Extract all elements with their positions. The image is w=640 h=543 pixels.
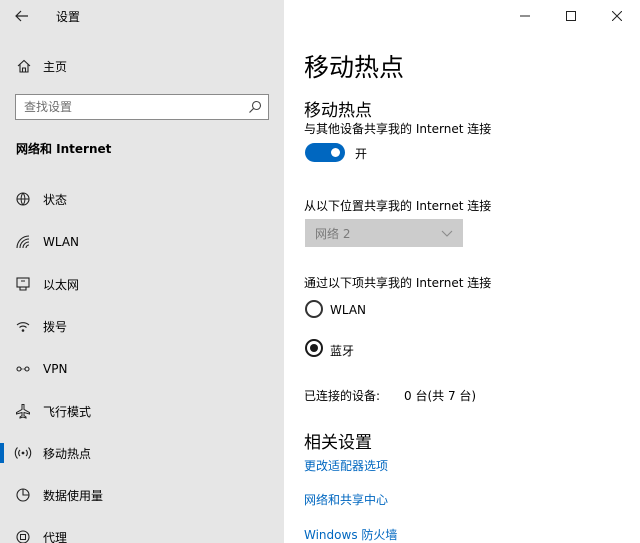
- sidebar-item-home[interactable]: 主页: [0, 52, 284, 80]
- search-input[interactable]: [24, 100, 234, 114]
- close-button[interactable]: [594, 0, 640, 32]
- sidebar-item-hotspot[interactable]: 移动热点: [0, 435, 284, 471]
- close-icon: [612, 11, 622, 21]
- link-sharing-center[interactable]: 网络和共享中心: [304, 491, 388, 508]
- sidebar-item-status[interactable]: 状态: [0, 181, 284, 217]
- maximize-icon: [566, 11, 576, 21]
- proxy-icon: [14, 528, 32, 543]
- sidebar-item-label: 移动热点: [43, 446, 92, 461]
- radio-bluetooth[interactable]: [305, 339, 323, 357]
- share-from-dropdown[interactable]: 网络 2: [305, 219, 463, 247]
- share-label: 与其他设备共享我的 Internet 连接: [304, 122, 492, 136]
- sidebar-item-ethernet[interactable]: 以太网: [0, 266, 284, 302]
- airplane-icon: [14, 402, 32, 420]
- sidebar-item-label: 飞行模式: [43, 404, 92, 419]
- sidebar-item-wlan[interactable]: WLAN: [0, 224, 284, 260]
- sidebar-item-label: WLAN: [43, 235, 80, 249]
- back-button[interactable]: [8, 4, 36, 28]
- sidebar-item-label: 状态: [43, 192, 68, 207]
- sidebar-item-label: VPN: [43, 362, 68, 376]
- main-panel: 移动热点 移动热点 与其他设备共享我的 Internet 连接 开 从以下位置共…: [284, 0, 640, 543]
- minimize-icon: [520, 15, 530, 17]
- vpn-icon: [14, 360, 32, 378]
- page-title: 移动热点: [304, 53, 405, 82]
- link-firewall[interactable]: Windows 防火墙: [304, 526, 397, 543]
- sidebar-item-vpn[interactable]: VPN: [0, 351, 284, 387]
- share-over-label: 通过以下项共享我的 Internet 连接: [304, 276, 492, 290]
- sidebar-item-label: 代理: [43, 530, 68, 543]
- title-bar: 设置: [0, 0, 284, 32]
- minimize-button[interactable]: [502, 0, 548, 32]
- app-title: 设置: [56, 10, 81, 24]
- section-label: 网络和 Internet: [16, 142, 112, 156]
- radio-wlan[interactable]: [305, 300, 323, 318]
- dialup-icon: [14, 317, 32, 335]
- sidebar-item-label: 主页: [43, 59, 68, 74]
- wifi-icon: [14, 233, 32, 251]
- radio-bluetooth-label: 蓝牙: [330, 344, 355, 358]
- ethernet-icon: [14, 275, 32, 293]
- window-controls: [502, 0, 640, 32]
- sidebar: 设置 主页 网络和 Internet 状态 WLAN 以太网 拨号: [0, 0, 284, 543]
- sidebar-item-data-usage[interactable]: 数据使用量: [0, 477, 284, 513]
- sidebar-item-label: 以太网: [43, 277, 80, 292]
- sidebar-item-proxy[interactable]: 代理: [0, 519, 284, 543]
- sidebar-item-dialup[interactable]: 拨号: [0, 308, 284, 344]
- related-settings-heading: 相关设置: [304, 433, 372, 453]
- dropdown-value: 网络 2: [315, 226, 351, 241]
- sidebar-item-airplane[interactable]: 飞行模式: [0, 393, 284, 429]
- search-icon: [249, 100, 262, 113]
- toggle-knob: [331, 148, 340, 157]
- home-icon: [16, 58, 32, 74]
- link-adapter-options[interactable]: 更改适配器选项: [304, 457, 388, 474]
- maximize-button[interactable]: [548, 0, 594, 32]
- share-from-label: 从以下位置共享我的 Internet 连接: [304, 199, 492, 213]
- radio-wlan-label: WLAN: [330, 303, 367, 317]
- sidebar-item-label: 拨号: [43, 319, 68, 334]
- hotspot-toggle[interactable]: [305, 143, 345, 162]
- sidebar-item-label: 数据使用量: [43, 488, 104, 503]
- back-arrow-icon: [15, 10, 28, 22]
- hotspot-heading: 移动热点: [304, 101, 372, 121]
- toggle-state-label: 开: [355, 147, 368, 161]
- globe-icon: [14, 190, 32, 208]
- connected-devices-value: 0 台(共 7 台): [404, 389, 477, 403]
- search-box[interactable]: [15, 94, 269, 120]
- hotspot-icon: [14, 444, 32, 462]
- connected-devices-label: 已连接的设备:: [304, 389, 381, 403]
- data-usage-icon: [14, 486, 32, 504]
- chevron-down-icon: [441, 230, 453, 237]
